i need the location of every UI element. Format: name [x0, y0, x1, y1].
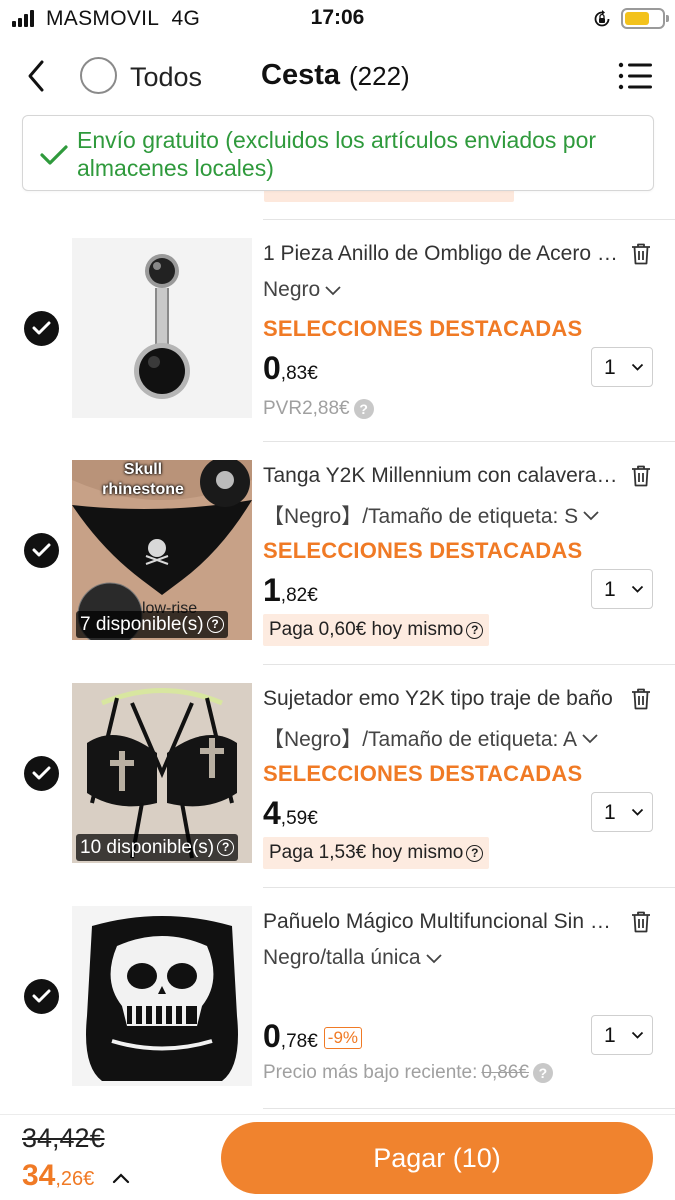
list-icon[interactable] [617, 60, 653, 92]
free-shipping-banner: Envío gratuito (excluidos los artículos … [22, 115, 654, 191]
price: 1,82€ [263, 572, 318, 608]
price: 0,83€ [263, 350, 318, 386]
chevron-down-icon [631, 363, 644, 371]
question-icon[interactable]: ? [466, 844, 484, 862]
checkout-bar: 34,42€ 34,26€ Pagar (10) [0, 1114, 675, 1200]
cart-count: (222) [349, 61, 410, 91]
original-total: 34,42€ [22, 1123, 105, 1153]
rotation-lock-icon [594, 10, 610, 27]
stock-badge: 7 disponible(s) ? [76, 611, 228, 638]
status-bar: MASMOVIL 4G 17:06 [0, 0, 675, 38]
cart-item[interactable]: 1 Pieza Anillo de Ombligo de Acero Inoxi… [0, 220, 675, 441]
product-image[interactable]: Skull rhinestone low-rise 7 disponible(s… [72, 460, 252, 640]
check-icon [32, 766, 51, 780]
battery-icon [621, 8, 669, 29]
chevron-left-icon[interactable] [18, 56, 54, 96]
recent-lowest-price: Precio más bajo reciente: 0,86€ ? [263, 1062, 553, 1084]
chevron-down-icon [631, 1031, 644, 1039]
product-image[interactable] [72, 238, 252, 418]
chevron-down-icon [582, 733, 598, 743]
price: 4,59€ [263, 795, 318, 831]
chevron-down-icon [631, 585, 644, 593]
cart-item[interactable]: Pañuelo Mágico Multifuncional Sin Costur… [0, 888, 675, 1109]
trash-icon[interactable] [630, 687, 652, 711]
variant-selector[interactable]: 【Negro】/Tamaño de etiqueta: A [263, 723, 599, 753]
product-image[interactable]: 10 disponible(s) ? [72, 683, 252, 863]
quantity-selector[interactable]: 1 [591, 569, 653, 609]
cart-item-list[interactable]: 1 Pieza Anillo de Ombligo de Acero Inoxi… [0, 114, 675, 1114]
featured-tag: SELECCIONES DESTACADAS [263, 316, 583, 341]
check-icon [32, 543, 51, 557]
free-shipping-text: Envío gratuito (excluidos los artículos … [77, 127, 597, 181]
product-name[interactable]: Sujetador emo Y2K tipo traje de baño [263, 687, 621, 711]
featured-tag: SELECCIONES DESTACADAS [263, 538, 583, 563]
trash-icon[interactable] [630, 910, 652, 934]
clock: 17:06 [310, 6, 365, 29]
question-icon[interactable]: ? [532, 1063, 553, 1083]
image-caption: Skull rhinestone [102, 461, 184, 498]
variant-selector[interactable]: Negro [263, 278, 342, 302]
cart-item[interactable]: Skull rhinestone low-rise 7 disponible(s… [0, 442, 675, 663]
product-name[interactable]: 1 Pieza Anillo de Ombligo de Acero Inoxi… [263, 242, 621, 266]
chevron-down-icon [325, 285, 341, 295]
chevron-up-icon[interactable] [112, 1171, 130, 1185]
variant-selector[interactable]: Negro/talla única [263, 946, 443, 970]
check-icon [40, 145, 68, 165]
select-all-label[interactable]: Todos [130, 62, 202, 93]
quantity-selector[interactable]: 1 [591, 1015, 653, 1055]
price: 0,78€ -9% [263, 1018, 363, 1055]
pay-today-badge: Paga 1,53€ hoy mismo ? [263, 837, 490, 869]
quantity-selector[interactable]: 1 [591, 347, 653, 387]
chevron-down-icon [425, 953, 442, 963]
chevron-down-icon [583, 510, 599, 520]
quantity-selector[interactable]: 1 [591, 792, 653, 832]
item-selected-checkbox[interactable] [24, 533, 59, 568]
product-name[interactable]: Tanga Y2K Millennium con calaveras de st… [263, 464, 621, 488]
item-selected-checkbox[interactable] [24, 979, 59, 1014]
check-icon [32, 321, 51, 335]
cart-header: Todos Cesta (222) [0, 38, 675, 114]
question-icon[interactable]: ? [466, 621, 484, 639]
product-name[interactable]: Pañuelo Mágico Multifuncional Sin Costur… [263, 910, 621, 934]
pay-button[interactable]: Pagar (10) [221, 1122, 653, 1194]
divider [263, 1108, 675, 1109]
trash-icon[interactable] [630, 464, 652, 488]
total-price[interactable]: 34,26€ [22, 1159, 94, 1193]
question-icon[interactable]: ? [217, 839, 235, 856]
item-selected-checkbox[interactable] [24, 756, 59, 791]
variant-selector[interactable]: 【Negro】/Tamaño de etiqueta: S [263, 500, 600, 530]
page-title: Cesta [261, 59, 340, 91]
cart-item[interactable]: 10 disponible(s) ? Sujetador emo Y2K tip… [0, 665, 675, 886]
trash-icon[interactable] [630, 242, 652, 266]
pay-today-badge: Paga 0,60€ hoy mismo ? [263, 614, 490, 646]
select-all-checkbox[interactable] [80, 57, 117, 94]
check-icon [32, 989, 51, 1003]
product-image[interactable] [72, 906, 252, 1086]
item-selected-checkbox[interactable] [24, 311, 59, 346]
question-icon[interactable]: ? [353, 399, 374, 419]
stock-badge: 10 disponible(s) ? [76, 834, 239, 861]
chevron-down-icon [631, 808, 644, 816]
featured-tag: SELECCIONES DESTACADAS [263, 761, 583, 786]
question-icon[interactable]: ? [206, 616, 224, 633]
reference-price: PVR2,88€ ? [263, 398, 374, 420]
discount-badge: -9% [323, 1027, 363, 1049]
